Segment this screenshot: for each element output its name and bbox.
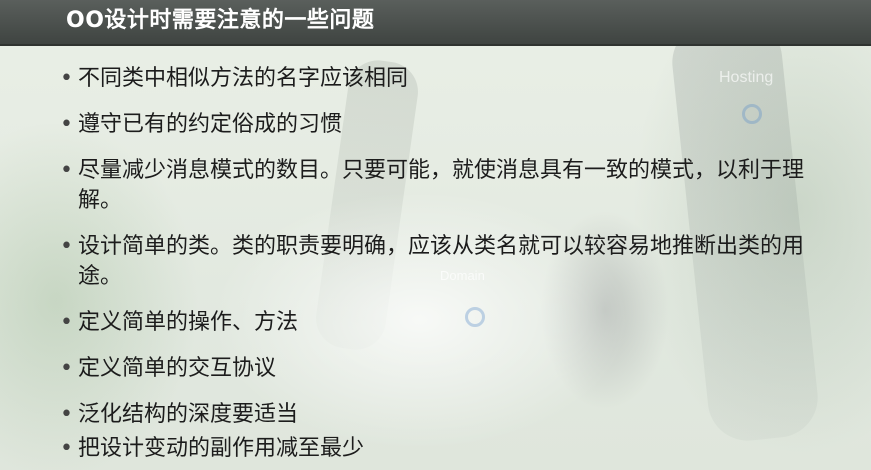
bullet-item: • 尽量减少消息模式的数目。只要可能，就使消息具有一致的模式，以利于理解。 bbox=[58, 156, 838, 216]
bullet-text: 设计简单的类。类的职责要明确，应该从类名就可以较容易地推断出类的用途。 bbox=[78, 234, 805, 289]
bullet-item: • 设计简单的类。类的职责要明确，应该从类名就可以较容易地推断出类的用途。 bbox=[58, 232, 838, 292]
bullet-text: 把设计变动的副作用减至最少 bbox=[78, 436, 365, 461]
bullet-item: • 泛化结构的深度要适当 bbox=[58, 400, 838, 430]
bullet-item: • 定义简单的操作、方法 bbox=[58, 308, 838, 338]
bullet-dot-icon: • bbox=[60, 158, 73, 183]
slide-content: • 不同类中相似方法的名字应该相同 • 遵守已有的约定俗成的习惯 • 尽量减少消… bbox=[58, 64, 838, 464]
bullet-item: • 不同类中相似方法的名字应该相同 bbox=[58, 64, 838, 94]
bullet-dot-icon: • bbox=[60, 356, 73, 381]
bullet-dot-icon: • bbox=[60, 112, 73, 137]
bullet-dot-icon: • bbox=[60, 436, 73, 461]
bullet-text: 遵守已有的约定俗成的习惯 bbox=[78, 112, 343, 137]
bullet-text: 泛化结构的深度要适当 bbox=[78, 402, 299, 427]
bullet-text: 尽量减少消息模式的数目。只要可能，就使消息具有一致的模式，以利于理解。 bbox=[78, 158, 805, 213]
bullet-dot-icon: • bbox=[60, 310, 73, 335]
bullet-dot-icon: • bbox=[60, 234, 73, 259]
bullet-item: • 遵守已有的约定俗成的习惯 bbox=[58, 110, 838, 140]
bullet-item: • 定义简单的交互协议 bbox=[58, 354, 838, 384]
bullet-dot-icon: • bbox=[60, 66, 73, 91]
bullet-list: • 不同类中相似方法的名字应该相同 • 遵守已有的约定俗成的习惯 • 尽量减少消… bbox=[58, 64, 838, 464]
bullet-dot-icon: • bbox=[60, 402, 73, 427]
bullet-text: 定义简单的操作、方法 bbox=[78, 310, 299, 335]
bullet-text: 定义简单的交互协议 bbox=[78, 356, 277, 381]
bullet-text: 不同类中相似方法的名字应该相同 bbox=[78, 66, 409, 91]
slide-title: OO设计时需要注意的一些问题 bbox=[66, 8, 375, 33]
slide-title-bar: OO设计时需要注意的一些问题 bbox=[0, 0, 871, 46]
bullet-item: • 把设计变动的副作用减至最少 bbox=[58, 434, 838, 464]
